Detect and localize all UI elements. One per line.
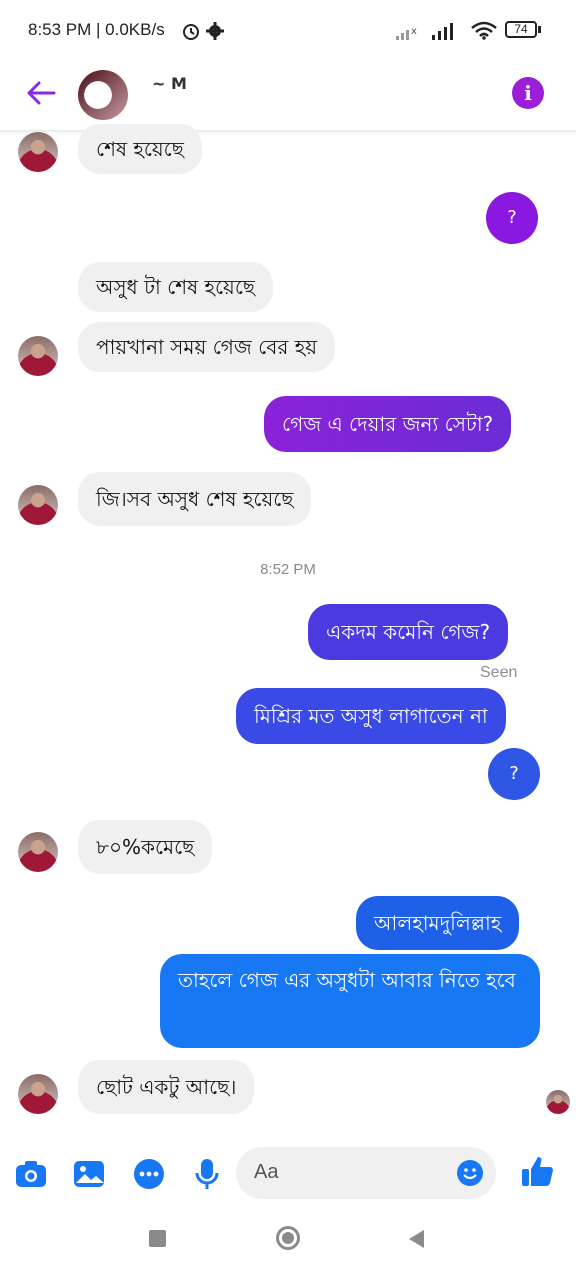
message-bubble-outgoing: মিশ্রির মত অসুধ লাগাতেন না (236, 688, 506, 744)
message-bubble-incoming: ৮০%কমেছে (78, 820, 213, 874)
sender-avatar (18, 336, 58, 376)
wifi-icon (471, 21, 497, 40)
signal-weak-icon: x (396, 26, 417, 40)
contact-avatar[interactable] (78, 70, 128, 120)
home-circle-icon[interactable] (276, 1226, 300, 1250)
message-composer: Aa (0, 1140, 576, 1204)
signal-strong-icon (432, 23, 453, 40)
more-options-icon[interactable] (132, 1157, 166, 1191)
message-timestamp: 8:52 PM (260, 561, 316, 578)
microphone-icon[interactable] (190, 1157, 224, 1191)
battery-indicator: 74 (505, 21, 537, 38)
message-input-placeholder: Aa (254, 1161, 279, 1183)
message-bubble-incoming: পায়খানা সময় গেজ বের হয় (78, 322, 336, 372)
sender-avatar (18, 485, 58, 525)
message-bubble-outgoing: আলহামদুলিল্লাহ (356, 896, 520, 950)
sender-avatar (18, 1074, 58, 1114)
battery-tip (538, 26, 541, 33)
info-icon[interactable]: i (512, 77, 544, 109)
emoji-icon[interactable] (456, 1159, 484, 1187)
status-time: 8:53 PM | 0.0KB/s (28, 20, 165, 39)
system-nav-bar (0, 1204, 576, 1280)
settings-gear-icon (206, 22, 224, 40)
message-bubble-outgoing: তাহলে গেজ এর অসুধটা আবার নিতে হবে (160, 954, 540, 1048)
message-bubble-incoming: ছোট একটু আছে। (78, 1060, 255, 1114)
chat-header: ~ M i (0, 62, 576, 132)
message-bubble-outgoing: ? (488, 748, 540, 800)
alarm-icon (183, 24, 199, 40)
recents-square-icon[interactable] (149, 1230, 166, 1247)
sender-avatar (18, 132, 58, 172)
like-thumb-icon[interactable] (520, 1154, 556, 1190)
camera-icon[interactable] (14, 1157, 48, 1191)
back-triangle-icon[interactable] (406, 1228, 426, 1250)
message-bubble-incoming: শেষ হয়েছে (78, 124, 202, 174)
sender-avatar (18, 832, 58, 872)
message-bubble-incoming: জি।সব অসুধ শেষ হয়েছে (78, 472, 312, 526)
contact-name[interactable]: ~ M (152, 74, 187, 93)
status-bar: 8:53 PM | 0.0KB/s x 74 (0, 0, 576, 62)
svg-text:x: x (411, 26, 417, 37)
read-receipt-avatar (546, 1090, 570, 1114)
message-bubble-outgoing: ? (486, 192, 538, 244)
message-bubble-outgoing: গেজ এ দেয়ার জন্য সেটা? (264, 396, 512, 452)
seen-indicator: Seen (480, 664, 518, 681)
message-input[interactable]: Aa (236, 1147, 496, 1199)
message-bubble-outgoing: একদম কমেনি গেজ? (308, 604, 509, 660)
gallery-icon[interactable] (72, 1157, 106, 1191)
back-arrow-icon[interactable] (24, 76, 58, 110)
message-bubble-incoming: অসুধ টা শেষ হয়েছে (78, 262, 273, 312)
